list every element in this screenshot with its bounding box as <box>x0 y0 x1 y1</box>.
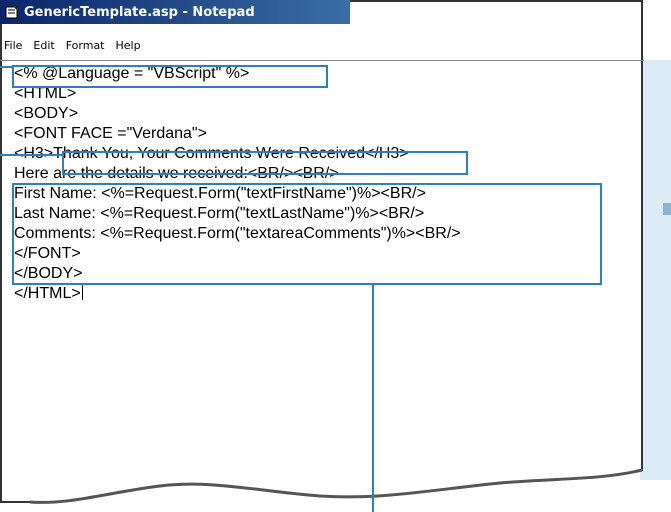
side-panel <box>640 60 671 480</box>
callout-leader-details-block <box>372 284 374 512</box>
callout-box-language-directive <box>12 65 328 88</box>
menu-file[interactable]: File <box>4 39 22 52</box>
screenshot-stage: GenericTemplate.asp - Notepad File Edit … <box>0 0 671 512</box>
code-line: <BODY> <box>14 105 79 122</box>
menu-format[interactable]: Format <box>66 39 105 52</box>
menu-help[interactable]: Help <box>116 39 141 52</box>
notepad-icon <box>4 4 20 20</box>
code-line-last: </HTML> <box>14 284 83 304</box>
text-caret <box>81 284 83 300</box>
callout-leader-language-directive <box>0 66 14 68</box>
notepad-window: GenericTemplate.asp - Notepad File Edit … <box>0 0 644 512</box>
menu-bar: File Edit Format Help <box>4 36 141 54</box>
callout-box-heading-text <box>62 151 468 175</box>
page-marker-icon <box>663 203 671 215</box>
code-line-last-text: </HTML> <box>14 285 81 302</box>
window-title: GenericTemplate.asp - Notepad <box>24 4 255 20</box>
callout-leader-heading-text <box>0 154 64 156</box>
menu-separator <box>0 60 644 61</box>
menu-edit[interactable]: Edit <box>33 39 54 52</box>
callout-box-details-block <box>12 183 602 285</box>
code-line: <FONT FACE ="Verdana"> <box>14 125 207 142</box>
title-bar[interactable]: GenericTemplate.asp - Notepad <box>0 0 350 24</box>
